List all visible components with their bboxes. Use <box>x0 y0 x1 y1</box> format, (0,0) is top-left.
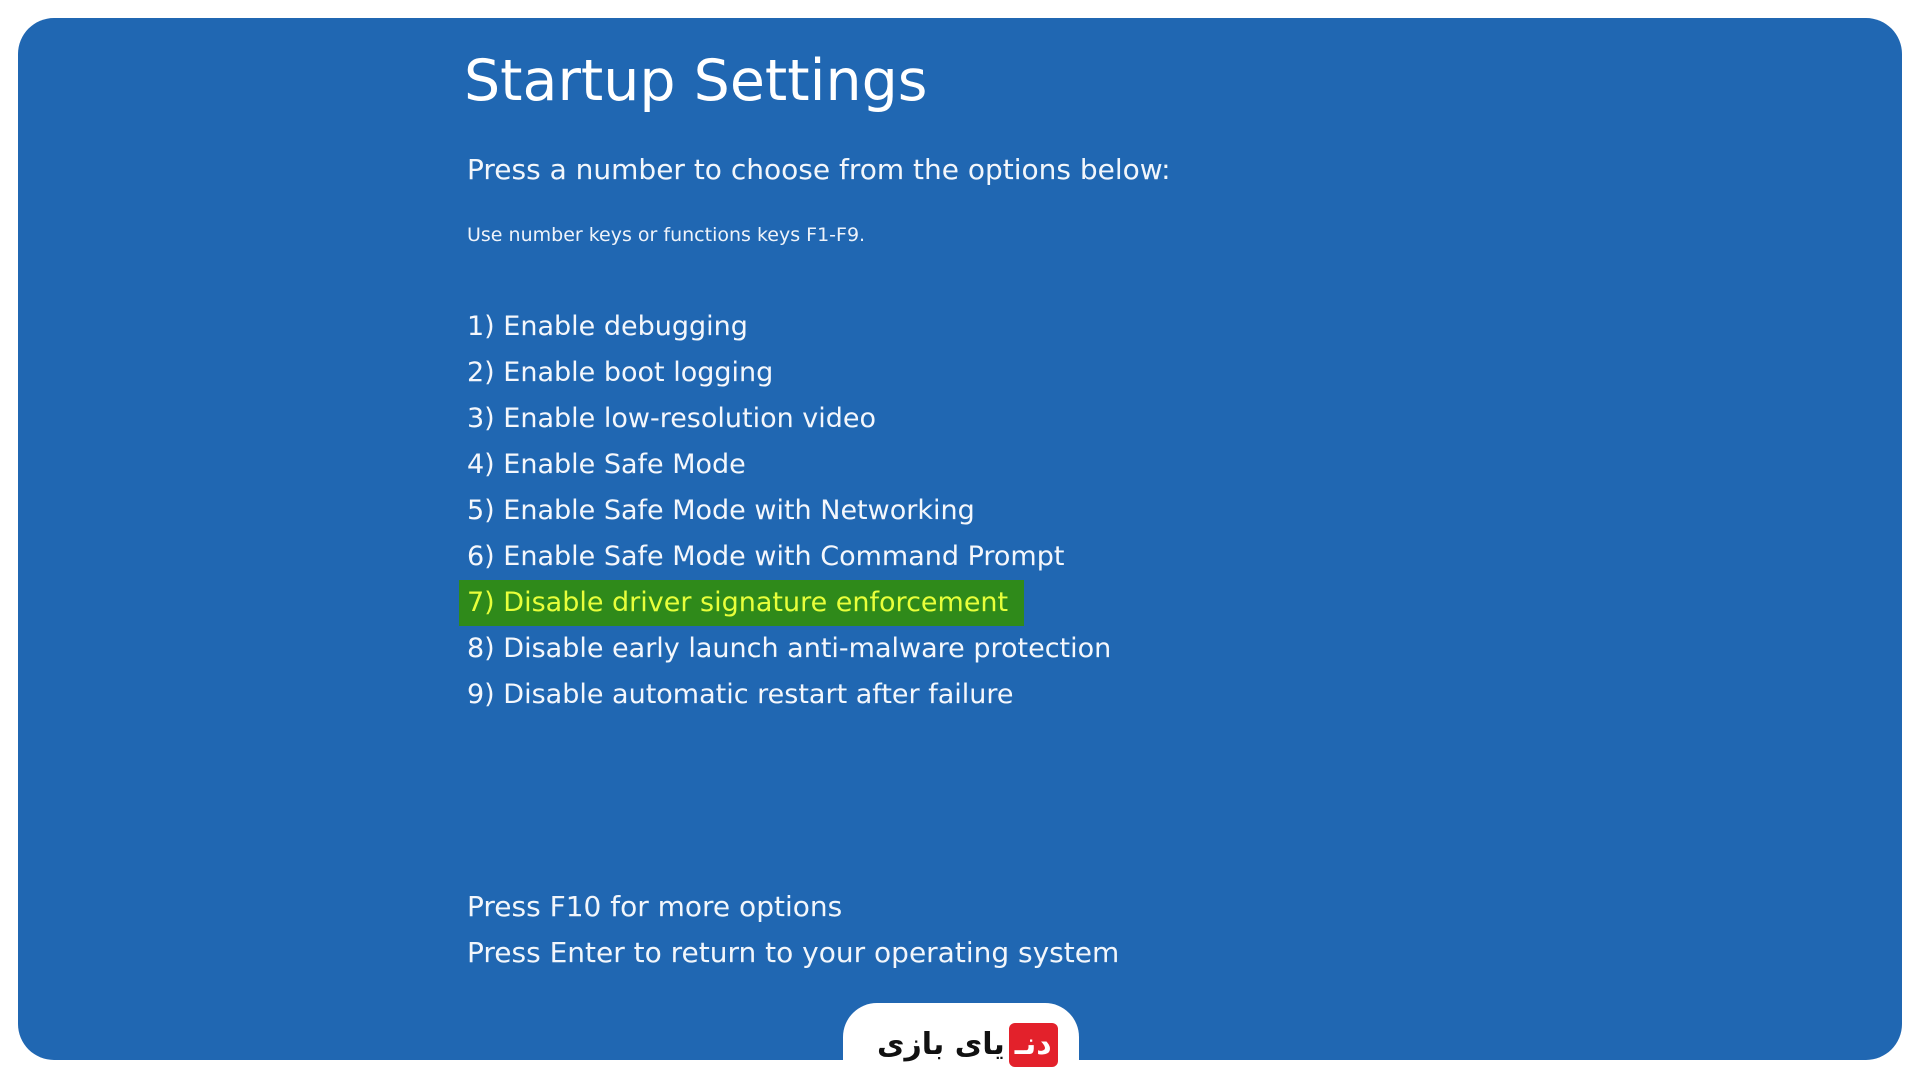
option-safe-mode-networking[interactable]: 5) Enable Safe Mode with Networking <box>459 488 1119 534</box>
brand-logo: دنـ یای بازی <box>873 1023 1058 1067</box>
option-enable-debugging[interactable]: 1) Enable debugging <box>459 304 1119 350</box>
option-enable-low-resolution-video[interactable]: 3) Enable low-resolution video <box>459 396 1119 442</box>
option-disable-automatic-restart[interactable]: 9) Disable automatic restart after failu… <box>459 672 1119 718</box>
option-enable-boot-logging[interactable]: 2) Enable boot logging <box>459 350 1119 396</box>
option-disable-early-launch-anti-malware[interactable]: 8) Disable early launch anti-malware pro… <box>459 626 1119 672</box>
brand-logo-red-part: دنـ <box>1008 1023 1058 1067</box>
option-disable-driver-signature-enforcement[interactable]: 7) Disable driver signature enforcement <box>459 580 1025 626</box>
startup-options-list: 1) Enable debugging 2) Enable boot loggi… <box>459 304 1119 718</box>
instruction-text: Press a number to choose from the option… <box>467 153 1171 186</box>
return-to-os-text[interactable]: Press Enter to return to your operating … <box>467 930 1119 976</box>
brand-logo-black-part: یای بازی <box>877 1027 1005 1062</box>
option-safe-mode-command-prompt[interactable]: 6) Enable Safe Mode with Command Prompt <box>459 534 1119 580</box>
page-title: Startup Settings <box>464 48 928 114</box>
watermark-logo-tab: دنـ یای بازی <box>843 1003 1079 1080</box>
more-options-text[interactable]: Press F10 for more options <box>467 884 1119 930</box>
footer-instructions: Press F10 for more options Press Enter t… <box>467 884 1119 976</box>
option-enable-safe-mode[interactable]: 4) Enable Safe Mode <box>459 442 1119 488</box>
startup-settings-screen: Startup Settings Press a number to choos… <box>18 18 1902 1060</box>
key-hint-text: Use number keys or functions keys F1-F9. <box>467 224 866 246</box>
